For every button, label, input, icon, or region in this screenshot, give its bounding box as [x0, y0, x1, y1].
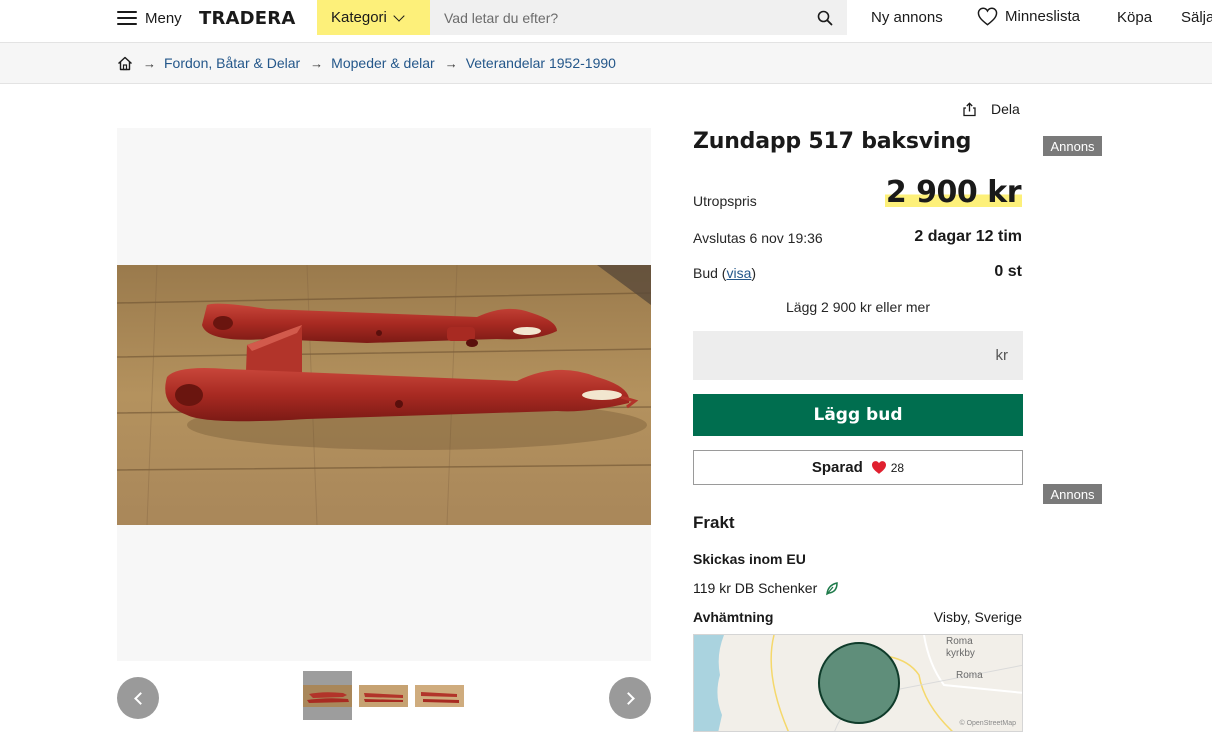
breadcrumb: → Fordon, Båtar & Delar → Mopeder & dela…	[117, 55, 616, 71]
arrow-right-icon: →	[310, 55, 324, 71]
price-value: 2 900 kr	[884, 175, 1022, 210]
shipping-option: 119 kr DB Schenker	[693, 580, 839, 596]
gallery-next-button[interactable]	[609, 677, 651, 719]
pickup-label: Avhämtning	[693, 609, 774, 625]
bids-label-row: Bud (visa)	[693, 265, 757, 281]
buy-link[interactable]: Köpa	[1117, 9, 1152, 26]
share-label: Dela	[991, 101, 1020, 117]
ad-badge: Annons	[1043, 136, 1102, 156]
bid-currency-unit: kr	[995, 347, 1009, 364]
price-label: Utropspris	[693, 193, 757, 209]
sell-link[interactable]: Sälja	[1181, 9, 1212, 26]
wishlist-link[interactable]: Minneslista	[977, 7, 1080, 26]
pickup-location: Visby, Sverige	[933, 609, 1022, 625]
ad-badge: Annons	[1043, 484, 1102, 504]
time-left-value: 2 dagar 12 tim	[914, 228, 1022, 245]
share-button[interactable]: Dela	[962, 101, 1020, 117]
menu-label: Meny	[145, 9, 182, 27]
pickup-map[interactable]: Roma kyrkby Roma © OpenStreetMap	[693, 634, 1023, 732]
ends-label: Avslutas 6 nov 19:36	[693, 230, 823, 246]
saved-button[interactable]: Sparad 28	[693, 450, 1023, 485]
search-bar	[430, 0, 847, 35]
leaf-icon	[826, 581, 839, 595]
main-product-image[interactable]	[117, 265, 651, 525]
map-label-roma: Roma	[956, 670, 983, 681]
search-icon[interactable]	[803, 0, 847, 35]
map-label-roma-kyrkby: Roma kyrkby	[946, 636, 975, 659]
gallery-thumbnail[interactable]	[303, 671, 352, 720]
breadcrumb-item-vehicles[interactable]: Fordon, Båtar & Delar	[164, 55, 300, 71]
show-bids-link[interactable]: visa	[726, 265, 751, 281]
menu-button[interactable]: Meny	[117, 8, 182, 28]
heart-outline-icon	[977, 7, 998, 26]
bid-amount-input[interactable]	[693, 331, 996, 380]
saved-label: Sparad	[811, 459, 863, 476]
map-attribution: © OpenStreetMap	[959, 720, 1016, 727]
bid-hint: Lägg 2 900 kr eller mer	[786, 299, 930, 315]
hamburger-icon	[117, 11, 137, 25]
saved-count: 28	[890, 460, 905, 475]
shipping-region: Skickas inom EU	[693, 551, 806, 567]
chevron-down-icon	[393, 9, 405, 22]
category-label: Kategori	[331, 9, 387, 26]
breadcrumb-bar: → Fordon, Båtar & Delar → Mopeder & dela…	[0, 43, 1212, 84]
image-gallery[interactable]	[117, 128, 651, 661]
search-input[interactable]	[430, 0, 803, 35]
gallery-thumbnail[interactable]	[359, 671, 408, 720]
chevron-left-icon	[133, 691, 147, 705]
share-icon	[963, 101, 976, 116]
arrow-right-icon: →	[444, 55, 458, 71]
bids-label: Bud	[693, 265, 718, 281]
breadcrumb-item-mopeds[interactable]: Mopeder & delar	[331, 55, 435, 71]
shipping-option-label: 119 kr DB Schenker	[693, 580, 818, 596]
top-header: Meny TRADERA Kategori Ny annons Minnesli…	[0, 0, 1212, 43]
bids-count: 0 st	[994, 263, 1022, 280]
gallery-thumbnail[interactable]	[415, 671, 464, 720]
home-icon[interactable]	[117, 56, 133, 71]
bid-field: kr	[693, 331, 1023, 380]
listing-title: Zundapp 517 baksving	[693, 129, 972, 154]
tradera-logo[interactable]: TRADERA	[199, 8, 296, 29]
chevron-right-icon	[621, 691, 635, 705]
breadcrumb-item-veteran-parts[interactable]: Veterandelar 1952-1990	[466, 55, 616, 71]
wishlist-label: Minneslista	[1005, 8, 1081, 25]
shipping-title: Frakt	[693, 513, 735, 532]
heart-filled-icon	[871, 461, 886, 474]
place-bid-button[interactable]: Lägg bud	[693, 394, 1023, 436]
arrow-right-icon: →	[143, 55, 156, 71]
category-dropdown[interactable]: Kategori	[317, 0, 430, 35]
new-listing-link[interactable]: Ny annons	[871, 9, 943, 26]
gallery-prev-button[interactable]	[117, 677, 159, 719]
